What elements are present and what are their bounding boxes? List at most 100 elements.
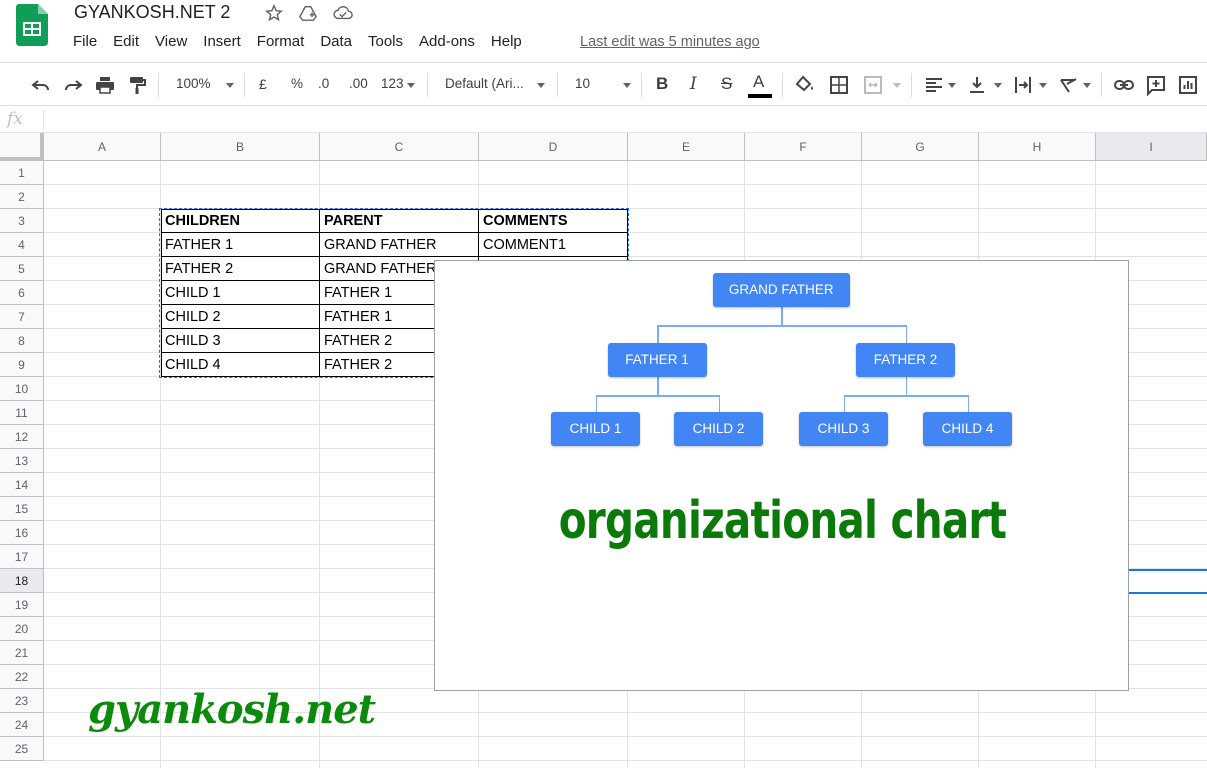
row-header-20[interactable]: 20: [0, 617, 44, 641]
insert-comment-icon[interactable]: [1145, 74, 1167, 96]
text-rotation-icon[interactable]: [1058, 74, 1080, 96]
table-cell[interactable]: FATHER 2: [161, 257, 320, 281]
row-header-25[interactable]: 25: [0, 737, 44, 761]
move-to-drive-icon[interactable]: [298, 4, 318, 22]
text-wrapping-icon[interactable]: [1012, 74, 1034, 96]
fill-color-icon[interactable]: [794, 74, 816, 96]
valign-caret-icon[interactable]: [994, 83, 1002, 88]
row-header-7[interactable]: 7: [0, 305, 44, 329]
table-header-cell[interactable]: COMMENTS: [479, 209, 628, 233]
menu-insert[interactable]: Insert: [203, 33, 241, 53]
horizontal-align-icon[interactable]: [923, 74, 945, 96]
row-header-16[interactable]: 16: [0, 521, 44, 545]
more-formats-caret-icon[interactable]: [407, 83, 415, 88]
wrap-caret-icon[interactable]: [1039, 83, 1047, 88]
column-header-d[interactable]: D: [479, 133, 628, 161]
row-header-11[interactable]: 11: [0, 401, 44, 425]
org-node-grand-father[interactable]: GRAND FATHER: [712, 273, 850, 307]
row-header-2[interactable]: 2: [0, 185, 44, 209]
decrease-decimal-button[interactable]: .0: [318, 76, 329, 91]
row-header-10[interactable]: 10: [0, 377, 44, 401]
menu-data[interactable]: Data: [320, 33, 352, 53]
redo-icon[interactable]: [62, 74, 84, 96]
column-header-h[interactable]: H: [979, 133, 1096, 161]
menu-format[interactable]: Format: [257, 33, 305, 53]
currency-format-button[interactable]: £: [259, 76, 267, 92]
percent-format-button[interactable]: %: [291, 76, 303, 91]
menu-edit[interactable]: Edit: [113, 33, 139, 53]
row-header-4[interactable]: 4: [0, 233, 44, 257]
row-header-24[interactable]: 24: [0, 713, 44, 737]
column-header-c[interactable]: C: [320, 133, 479, 161]
row-header-5[interactable]: 5: [0, 257, 44, 281]
menu-tools[interactable]: Tools: [368, 33, 403, 53]
row-header-22[interactable]: 22: [0, 665, 44, 689]
star-icon[interactable]: [264, 4, 284, 22]
org-node-father-1[interactable]: FATHER 1: [607, 343, 707, 377]
row-header-12[interactable]: 12: [0, 425, 44, 449]
zoom-caret-icon[interactable]: [226, 83, 234, 88]
row-header-23[interactable]: 23: [0, 689, 44, 713]
row-header-19[interactable]: 19: [0, 593, 44, 617]
undo-icon[interactable]: [30, 74, 52, 96]
row-header-3[interactable]: 3: [0, 209, 44, 233]
last-edit-link[interactable]: Last edit was 5 minutes ago: [580, 34, 760, 50]
font-size-select[interactable]: 10: [575, 76, 590, 91]
italic-button[interactable]: I: [690, 74, 697, 94]
column-header-a[interactable]: A: [44, 133, 161, 161]
bold-button[interactable]: B: [656, 74, 668, 94]
column-header-f[interactable]: F: [745, 133, 862, 161]
table-cell[interactable]: FATHER 1: [161, 233, 320, 257]
borders-icon[interactable]: [828, 74, 850, 96]
column-header-b[interactable]: B: [161, 133, 320, 161]
table-cell[interactable]: CHILD 1: [161, 281, 320, 305]
table-cell[interactable]: CHILD 4: [161, 353, 320, 377]
formula-bar[interactable]: fx: [0, 106, 1207, 133]
row-header-15[interactable]: 15: [0, 497, 44, 521]
menu-help[interactable]: Help: [491, 33, 522, 53]
insert-chart-icon[interactable]: [1177, 74, 1199, 96]
table-cell[interactable]: CHILD 2: [161, 305, 320, 329]
strikethrough-button[interactable]: S: [721, 74, 732, 94]
row-header-18[interactable]: 18: [0, 569, 44, 593]
row-header-1[interactable]: 1: [0, 161, 44, 185]
text-color-button[interactable]: A: [753, 72, 764, 92]
row-header-9[interactable]: 9: [0, 353, 44, 377]
row-header-8[interactable]: 8: [0, 329, 44, 353]
table-cell[interactable]: COMMENT1: [479, 233, 628, 257]
more-formats-button[interactable]: 123: [381, 76, 404, 91]
sheets-logo-icon[interactable]: [16, 4, 48, 46]
zoom-select[interactable]: 100%: [176, 76, 211, 91]
menu-view[interactable]: View: [155, 33, 187, 53]
table-cell[interactable]: GRAND FATHER: [320, 233, 479, 257]
rotation-caret-icon[interactable]: [1083, 83, 1091, 88]
halign-caret-icon[interactable]: [948, 83, 956, 88]
org-chart[interactable]: GRAND FATHER FATHER 1 FATHER 2 CHILD 1 CHILD…: [434, 260, 1129, 691]
org-node-father-2[interactable]: FATHER 2: [856, 343, 955, 377]
font-size-caret-icon[interactable]: [623, 83, 631, 88]
table-header-cell[interactable]: PARENT: [320, 209, 479, 233]
row-header-14[interactable]: 14: [0, 473, 44, 497]
font-family-caret-icon[interactable]: [537, 83, 545, 88]
row-header-17[interactable]: 17: [0, 545, 44, 569]
font-family-select[interactable]: Default (Ari...: [445, 76, 524, 91]
org-node-child-3[interactable]: CHILD 3: [799, 412, 888, 446]
menu-add-ons[interactable]: Add-ons: [419, 33, 475, 53]
table-cell[interactable]: CHILD 3: [161, 329, 320, 353]
increase-decimal-button[interactable]: .00: [349, 76, 368, 91]
merge-caret-icon[interactable]: [893, 83, 901, 88]
row-header-6[interactable]: 6: [0, 281, 44, 305]
column-header-e[interactable]: E: [628, 133, 745, 161]
org-node-child-2[interactable]: CHILD 2: [674, 412, 763, 446]
paint-format-icon[interactable]: [126, 74, 148, 96]
merge-cells-icon[interactable]: [862, 74, 884, 96]
column-header-i[interactable]: I: [1096, 133, 1207, 161]
table-header-cell[interactable]: CHILDREN: [161, 209, 320, 233]
vertical-align-icon[interactable]: [966, 74, 988, 96]
org-node-child-4[interactable]: CHILD 4: [923, 412, 1012, 446]
org-node-child-1[interactable]: CHILD 1: [551, 412, 640, 446]
select-all-corner[interactable]: [0, 133, 44, 161]
insert-link-icon[interactable]: [1113, 74, 1135, 96]
cloud-saved-icon[interactable]: [333, 4, 353, 22]
column-header-g[interactable]: G: [862, 133, 979, 161]
